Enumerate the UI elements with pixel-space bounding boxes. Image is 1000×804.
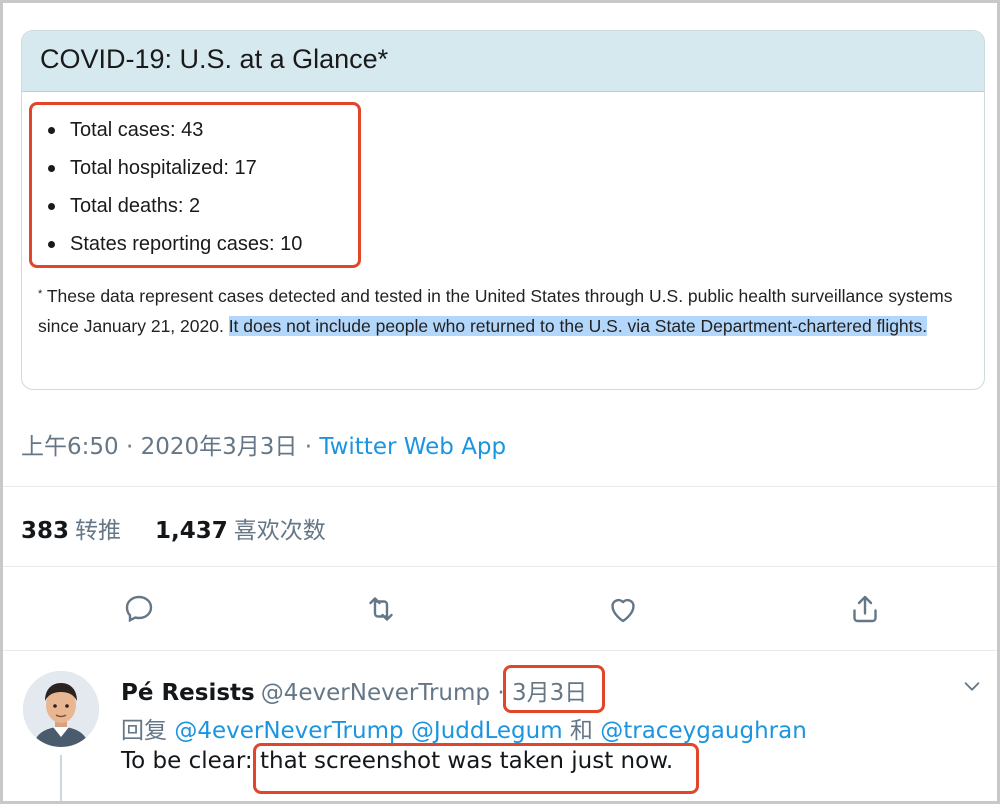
footnote-end: . (922, 316, 928, 336)
separator: · (125, 434, 134, 460)
share-icon (853, 595, 877, 623)
card-footnote: * These data represent cases detected an… (38, 281, 968, 341)
thread-line (60, 755, 62, 801)
reply-text-start: To be clear: (121, 748, 260, 774)
tweet-source-link[interactable]: Twitter Web App (319, 434, 506, 460)
reply-handle[interactable]: @4everNeverTrump (261, 680, 490, 706)
avatar[interactable] (23, 671, 99, 747)
tweet-date[interactable]: 2020年3月3日 (141, 434, 298, 460)
likes-count: 1,437 (155, 518, 228, 544)
retweets-label: 转推 (75, 518, 122, 544)
divider (3, 566, 997, 567)
engagement-counts: 383 转推 1,437 喜欢次数 (21, 511, 326, 545)
screenshot-frame: COVID-19: U.S. at a Glance* Total cases:… (0, 0, 1000, 804)
embedded-image-card[interactable]: COVID-19: U.S. at a Glance* Total cases:… (21, 30, 985, 390)
text-highlight-box (253, 743, 699, 794)
date-highlight-box (503, 665, 605, 713)
replying-label: 回复 (121, 718, 167, 744)
likes-label: 喜欢次数 (233, 518, 326, 544)
tweet-time[interactable]: 上午6:50 (21, 434, 119, 460)
mention-link[interactable]: @traceygaughran (600, 718, 807, 744)
like-button[interactable] (605, 591, 641, 627)
reply-icon (125, 595, 153, 623)
and-label: 和 (569, 718, 593, 744)
retweet-icon (369, 597, 393, 621)
reply-button[interactable] (121, 591, 157, 627)
like-icon (611, 598, 635, 623)
divider (3, 650, 997, 651)
mention-link[interactable]: @JuddLegum (411, 718, 563, 744)
tweet-timestamp-row: 上午6:50 · 2020年3月3日 · Twitter Web App (21, 427, 506, 461)
avatar-illustration (23, 671, 99, 747)
retweet-button[interactable] (363, 591, 399, 627)
mention-link[interactable]: @4everNeverTrump (174, 718, 403, 744)
card-title: COVID-19: U.S. at a Glance* (40, 44, 389, 74)
footnote-marker: * (38, 288, 43, 300)
divider (3, 486, 997, 487)
stats-highlight-box (29, 102, 361, 268)
more-options-button[interactable] (961, 675, 983, 697)
likes-count-link[interactable]: 1,437 喜欢次数 (155, 518, 326, 544)
retweets-count: 383 (21, 518, 70, 544)
share-button[interactable] (847, 591, 883, 627)
replying-to-row: 回复 @4everNeverTrump @JuddLegum 和 @tracey… (121, 711, 807, 745)
retweets-count-link[interactable]: 383 转推 (21, 518, 121, 544)
footnote-selected-text: It does not include people who returned … (228, 316, 923, 336)
separator: · (304, 434, 313, 460)
chevron-down-icon (964, 682, 980, 691)
reply-display-name[interactable]: Pé Resists (121, 680, 255, 706)
